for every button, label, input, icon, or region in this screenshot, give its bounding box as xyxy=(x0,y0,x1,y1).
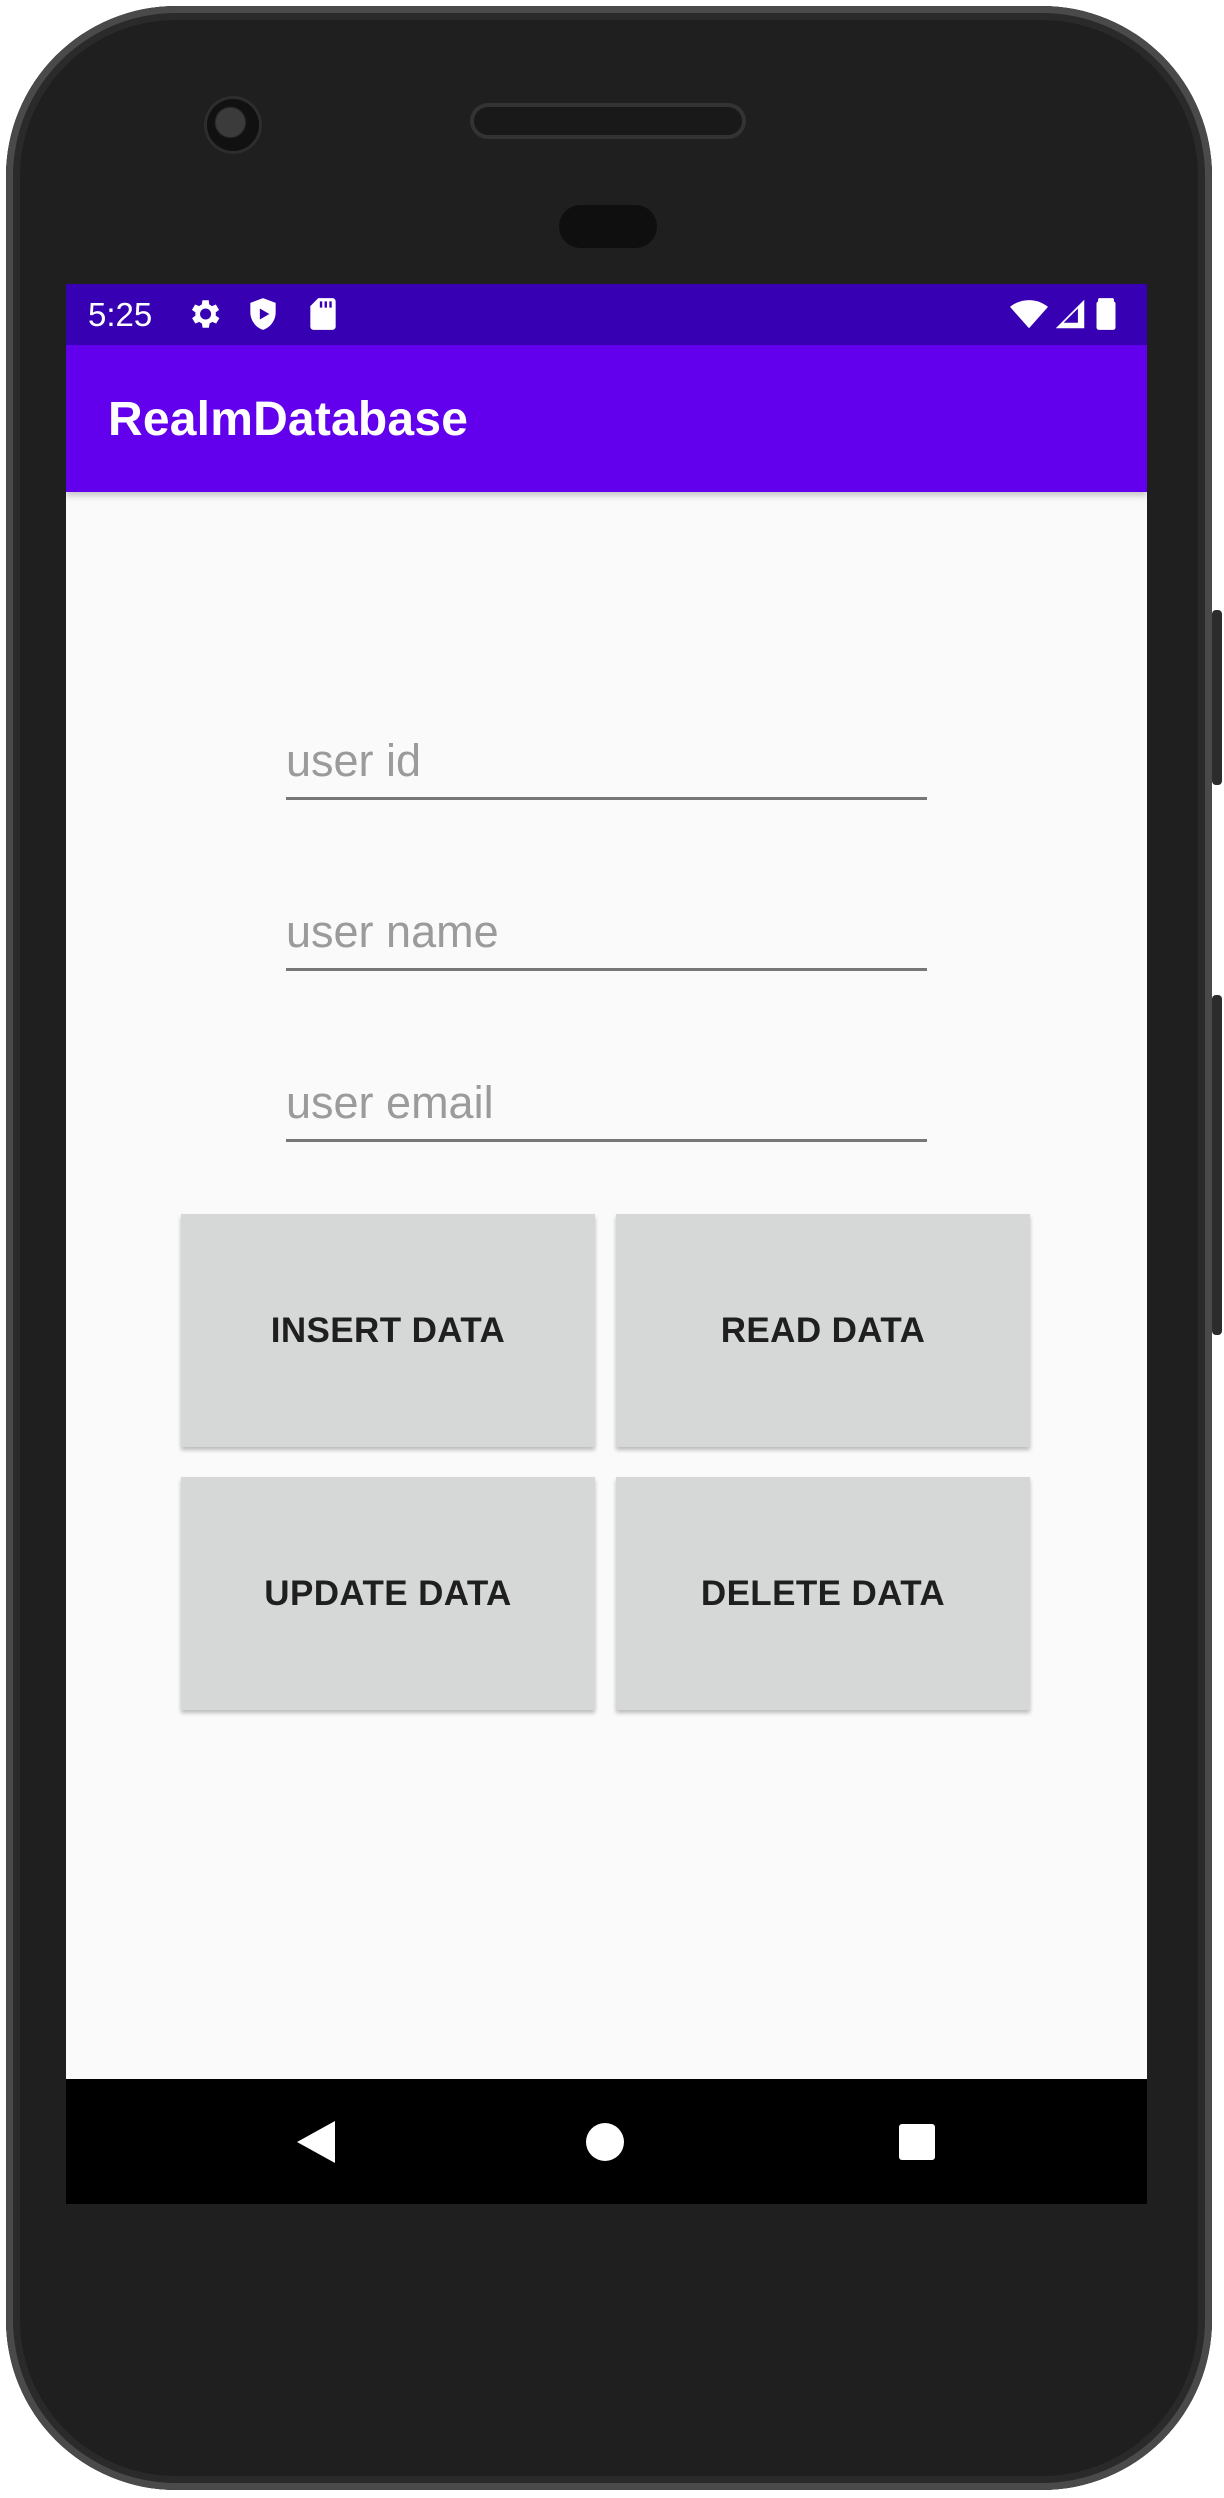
back-button[interactable] xyxy=(272,2099,358,2185)
recents-icon xyxy=(899,2124,935,2160)
user-id-field[interactable] xyxy=(286,726,927,800)
sd-card-icon xyxy=(304,295,342,333)
back-icon xyxy=(297,2121,335,2163)
update-data-button[interactable]: UPDATE DATA xyxy=(181,1477,595,1710)
device-screen: 5:25 RealmDatabase user id user name use… xyxy=(66,284,1147,2204)
navigation-bar xyxy=(66,2079,1147,2204)
proximity-sensor xyxy=(559,205,657,248)
read-data-button[interactable]: READ DATA xyxy=(616,1214,1030,1447)
app-bar: RealmDatabase xyxy=(66,345,1147,492)
user-email-input[interactable] xyxy=(286,1068,927,1138)
shield-icon xyxy=(244,295,282,333)
signal-icon xyxy=(1051,295,1089,333)
volume-button xyxy=(1212,995,1222,1335)
delete-data-button[interactable]: DELETE DATA xyxy=(616,1477,1030,1710)
wifi-icon xyxy=(1010,295,1048,333)
status-bar: 5:25 xyxy=(66,284,1147,345)
app-title: RealmDatabase xyxy=(108,393,469,446)
earpiece-speaker xyxy=(474,107,742,135)
battery-icon xyxy=(1087,295,1125,333)
power-button xyxy=(1212,610,1222,785)
recents-button[interactable] xyxy=(874,2099,960,2185)
front-camera xyxy=(207,99,259,151)
insert-data-button[interactable]: INSERT DATA xyxy=(181,1214,595,1447)
user-email-field[interactable] xyxy=(286,1068,927,1142)
home-icon xyxy=(586,2123,624,2161)
user-id-input[interactable] xyxy=(286,726,927,796)
status-time: 5:25 xyxy=(88,296,153,333)
home-button[interactable] xyxy=(562,2099,648,2185)
user-name-input[interactable] xyxy=(286,897,927,967)
gear-icon xyxy=(185,295,223,333)
user-name-field[interactable] xyxy=(286,897,927,971)
